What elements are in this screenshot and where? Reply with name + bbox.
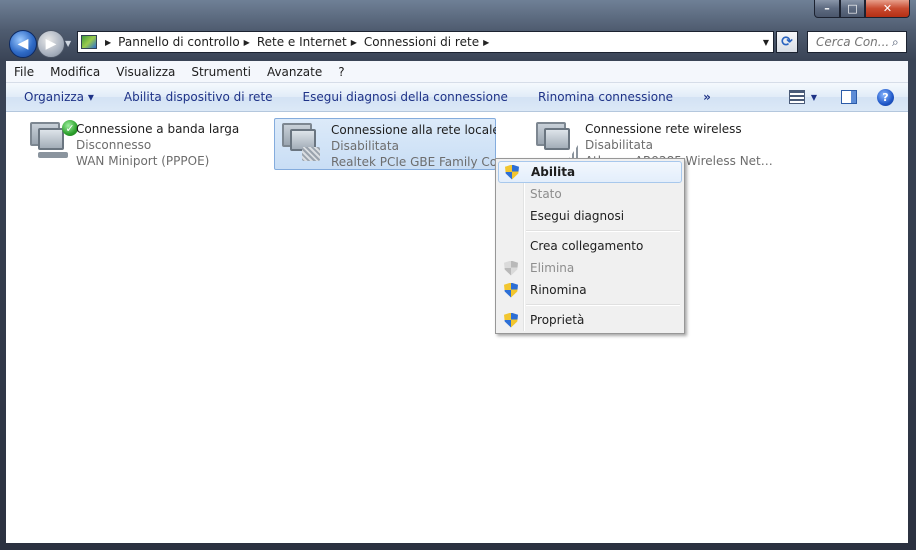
lan-connection-icon [280,121,322,163]
preview-pane-icon[interactable] [841,90,857,104]
connection-broadband[interactable]: ✓ Connessione a banda larga Disconnesso … [22,118,242,170]
breadcrumb-separator-icon[interactable]: ▶ [351,38,357,47]
menu-item-label: Rinomina [530,283,587,297]
breadcrumb-separator-icon[interactable]: ▶ [105,38,111,47]
menu-item-label: Abilita [531,165,576,179]
connection-name: Connessione a banda larga [76,122,240,136]
search-box[interactable]: ⌕ [807,31,907,53]
connection-name: Connessione rete wireless [585,122,742,136]
maximize-button[interactable]: □ [840,0,865,18]
menu-item-create-shortcut[interactable]: Crea collegamento [498,235,682,257]
breadcrumb-separator-icon[interactable]: ▶ [483,38,489,47]
diagnose-connection-button[interactable]: Esegui diagnosi della connessione [288,90,523,104]
network-cable-icon [302,147,320,161]
menu-advanced[interactable]: Avanzate [259,65,330,79]
menu-view[interactable]: Visualizza [108,65,183,79]
organize-button[interactable]: Organizza ▾ [6,90,109,104]
close-button[interactable]: ✕ [865,0,910,18]
connection-lan[interactable]: Connessione alla rete locale (LAN) Disab… [274,118,496,170]
address-bar[interactable]: ▶ Pannello di controllo ▶ Rete e Interne… [77,31,774,53]
menu-file[interactable]: File [6,65,42,79]
uac-shield-icon [504,282,518,298]
connections-list: ✓ Connessione a banda larga Disconnesso … [6,112,908,543]
uac-shield-icon [504,312,518,328]
enable-device-button[interactable]: Abilita dispositivo di rete [109,90,288,104]
menu-item-rename[interactable]: Rinomina [498,279,682,301]
recent-pages-dropdown[interactable]: ▼ [65,39,71,48]
menu-item-label: Stato [530,187,562,201]
menu-separator [526,230,680,232]
forward-arrow-icon: ▶ [45,36,57,52]
menu-help[interactable]: ? [330,65,352,79]
uac-shield-icon [505,164,519,180]
connection-status: Disconnesso [76,138,152,152]
address-dropdown-icon[interactable]: ▼ [763,38,769,47]
menu-item-properties[interactable]: Proprietà [498,309,682,331]
help-icon[interactable]: ? [877,88,894,106]
back-arrow-icon: ◀ [17,36,29,52]
forward-button[interactable]: ▶ [37,30,65,58]
menu-item-label: Crea collegamento [530,239,644,253]
connection-name: Connessione alla rete locale (LAN) [331,123,496,137]
search-input[interactable] [814,34,890,50]
broadband-connection-icon: ✓ [28,120,78,162]
menu-edit[interactable]: Modifica [42,65,108,79]
connection-status: Disabilitata [585,138,653,152]
breadcrumb-network-internet[interactable]: Rete e Internet [257,35,347,49]
refresh-icon: ⟳ [781,34,793,50]
breadcrumb-control-panel[interactable]: Pannello di controllo [118,35,240,49]
breadcrumb-network-connections[interactable]: Connessioni di rete [364,35,479,49]
search-icon[interactable]: ⌕ [892,35,899,50]
menu-item-delete[interactable]: Elimina [498,257,682,279]
window-frame: – □ ✕ ◀ ▶ ▼ ▶ Pannello di controllo ▶ Re… [0,0,916,550]
rename-connection-button[interactable]: Rinomina connessione [523,90,688,104]
context-menu: Abilita Stato Esegui diagnosi Crea colle… [495,158,685,334]
minimize-button[interactable]: – [814,0,840,18]
menu-item-diagnose[interactable]: Esegui diagnosi [498,205,682,227]
menu-separator [526,304,680,306]
connection-status: Disabilitata [331,139,399,153]
back-button[interactable]: ◀ [9,30,37,58]
menu-item-label: Proprietà [530,313,585,327]
breadcrumb-separator-icon[interactable]: ▶ [244,38,250,47]
connection-device: WAN Miniport (PPPOE) [76,154,210,168]
command-bar: Organizza ▾ Abilita dispositivo di rete … [6,83,908,112]
view-options-dropdown-icon[interactable]: ▼ [811,93,817,102]
menu-item-label: Elimina [530,261,575,275]
control-panel-icon [81,35,97,49]
menu-bar: File Modifica Visualizza Strumenti Avanz… [6,61,908,83]
breadcrumb: Pannello di controllo ▶ Rete e Internet … [118,35,496,49]
caption-buttons: – □ ✕ [814,0,910,18]
more-commands-button[interactable]: » [688,90,726,104]
connection-device: Realtek PCIe GBE Family Controller [331,155,496,169]
wireless-connection-icon [534,120,580,162]
refresh-button[interactable]: ⟳ [776,31,798,53]
menu-tools[interactable]: Strumenti [183,65,259,79]
menu-item-label: Esegui diagnosi [530,209,625,223]
menu-item-status[interactable]: Stato [498,183,682,205]
menu-item-enable[interactable]: Abilita [498,161,682,183]
uac-shield-icon [504,260,518,276]
change-view-icon[interactable] [788,90,805,104]
